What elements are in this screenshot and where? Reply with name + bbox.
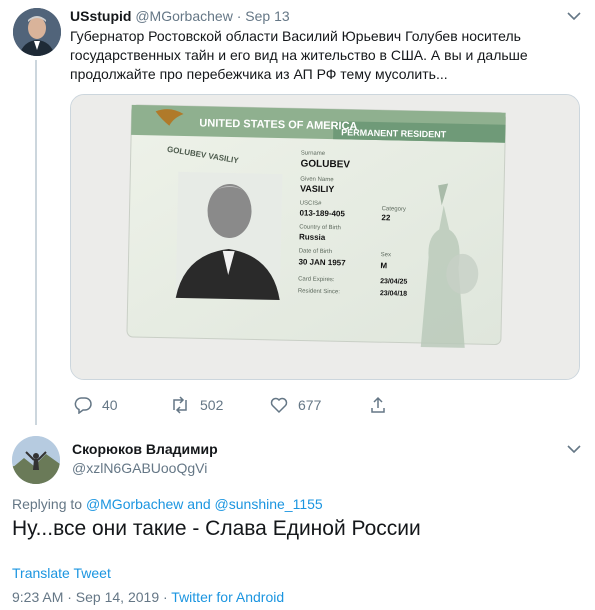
display-name[interactable]: Скорюков Владимир	[72, 441, 218, 457]
tweet-timestamp[interactable]: 9:23 AM · Sep 14, 2019 ·	[12, 589, 168, 605]
replying-to: Replying to @MGorbachew and @sunshine_11…	[12, 496, 323, 512]
card-dob: 30 JAN 1957	[298, 257, 346, 267]
tweet-date[interactable]: Sep 13	[245, 8, 289, 24]
reply-user-link[interactable]: @sunshine_1155	[215, 496, 323, 512]
separator: ·	[236, 8, 242, 24]
like-count: 677	[298, 397, 322, 413]
like-button[interactable]: 677	[270, 396, 321, 414]
card-country-label: Country of Birth	[299, 224, 341, 231]
avatar[interactable]	[12, 436, 60, 484]
share-icon	[371, 396, 385, 413]
tweet-text: Губернатор Ростовской области Василий Юр…	[70, 28, 528, 82]
card-expires: 23/04/25	[380, 278, 407, 286]
display-name[interactable]: USstupid	[70, 8, 131, 24]
green-card-image: UNITED STATES OF AMERICA PERMANENT RESID…	[71, 95, 579, 379]
tweet-text: Ну...все они такие - Слава Единой России	[12, 517, 421, 540]
tweet-header: USstupid @MGorbachew · Sep 13	[70, 8, 290, 24]
share-button[interactable]	[370, 396, 386, 414]
chevron-down-icon[interactable]	[567, 442, 581, 457]
avatar[interactable]	[13, 8, 61, 56]
reply-count: 40	[102, 397, 118, 413]
card-category-label: Category	[382, 206, 406, 213]
card-expires-label: Card Expires:	[298, 276, 335, 283]
card-category: 22	[381, 213, 391, 222]
card-sex: M	[380, 261, 387, 270]
reply-icon	[74, 397, 92, 414]
thread-connector	[35, 60, 37, 425]
reply-header: Скорюков Владимир @xzlN6GABUooQgVi	[72, 441, 218, 476]
tweet-source[interactable]: Twitter for Android	[171, 589, 284, 605]
reply-and: and	[187, 496, 211, 512]
reply-user-link[interactable]: @MGorbachew	[86, 496, 183, 512]
chevron-down-icon[interactable]	[567, 9, 581, 24]
retweet-icon	[173, 396, 187, 414]
card-given: VASILIY	[300, 183, 335, 194]
heart-icon	[270, 397, 288, 414]
tweet-actions: 40 502 677	[70, 396, 400, 416]
card-dob-label: Date of Birth	[299, 248, 332, 255]
card-uscis-label: USCIS#	[300, 200, 322, 206]
translate-tweet-link[interactable]: Translate Tweet	[12, 565, 111, 581]
card-uscis: 013-189-405	[299, 208, 345, 218]
retweet-count: 502	[200, 397, 224, 413]
card-sex-label: Sex	[381, 252, 391, 258]
avatar-photo-icon	[13, 8, 61, 56]
card-country: Russia	[299, 232, 326, 242]
reply-button[interactable]: 40	[74, 396, 118, 414]
card-surname: GOLUBEV	[300, 158, 350, 170]
card-since-label: Resident Since:	[298, 288, 340, 295]
tweet-image[interactable]: UNITED STATES OF AMERICA PERMANENT RESID…	[70, 94, 580, 380]
card-surname-label: Surname	[301, 150, 326, 157]
card-since: 23/04/18	[380, 290, 407, 298]
tweet-meta: 9:23 AM · Sep 14, 2019 · Twitter for And…	[12, 589, 284, 605]
user-handle[interactable]: @MGorbachew	[135, 8, 232, 24]
user-handle[interactable]: @xzlN6GABUooQgVi	[72, 460, 218, 476]
replying-prefix: Replying to	[12, 496, 83, 512]
card-given-label: Given Name	[300, 176, 334, 183]
avatar-photo-icon	[12, 436, 60, 484]
retweet-button[interactable]: 502	[170, 396, 223, 414]
